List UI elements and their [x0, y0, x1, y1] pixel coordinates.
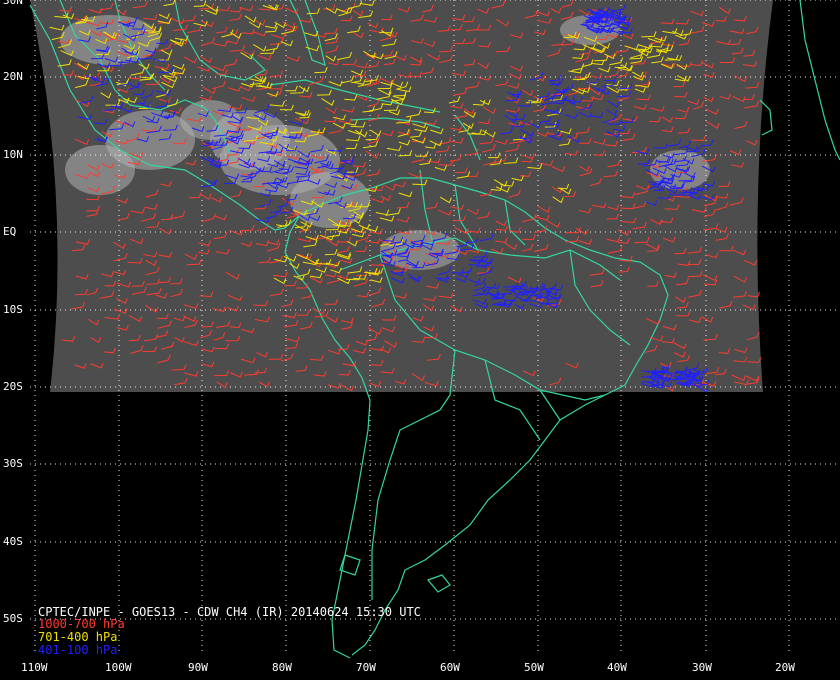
longitude-label: 60W [440, 661, 460, 674]
longitude-label: 40W [607, 661, 627, 674]
longitude-label: 20W [775, 661, 795, 674]
longitude-label: 110W [21, 661, 48, 674]
latitude-label: EQ [3, 225, 17, 238]
latitude-label: 10S [3, 303, 23, 316]
latitude-label: 20S [3, 380, 23, 393]
legend-high-level: 401-100 hPa [38, 643, 118, 657]
latitude-label: 20N [3, 70, 23, 83]
satellite-wind-map [0, 0, 840, 680]
longitude-label: 50W [524, 661, 544, 674]
latitude-label: 10N [3, 148, 23, 161]
longitude-label: 100W [105, 661, 132, 674]
latitude-label: 50S [3, 612, 23, 625]
longitude-label: 30W [692, 661, 712, 674]
longitude-label: 70W [356, 661, 376, 674]
longitude-label: 80W [272, 661, 292, 674]
latitude-label: 30S [3, 457, 23, 470]
longitude-label: 90W [188, 661, 208, 674]
latitude-label: 30N [3, 0, 23, 7]
latitude-label: 40S [3, 535, 23, 548]
